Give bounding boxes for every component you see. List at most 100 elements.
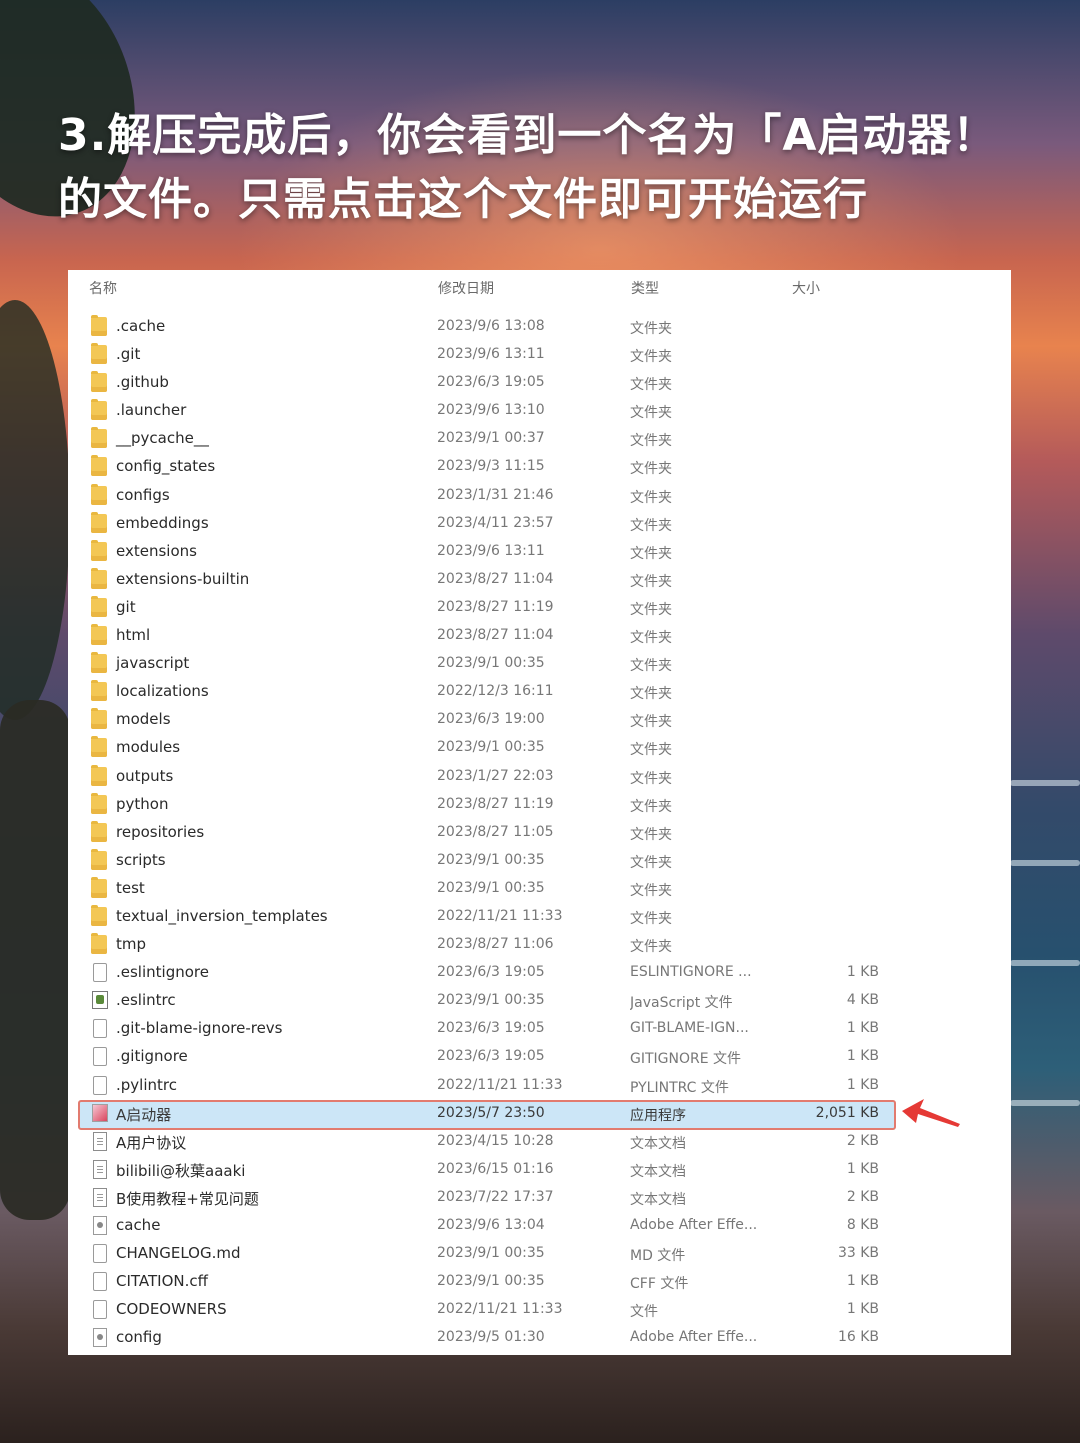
file-row[interactable]: textual_inversion_templates 2022/11/21 11… [68,902,1011,930]
file-row[interactable]: __pycache__ 2023/9/1 00:37 文件夹 [68,424,1011,452]
file-date: 2023/6/3 19:05 [437,374,545,391]
file-date: 2023/6/15 01:16 [437,1160,554,1177]
file-date: 2023/6/3 19:00 [437,711,545,728]
folder-icon [91,680,107,702]
folder-icon [91,539,107,561]
file-icon [93,963,107,983]
folder-icon [91,315,107,336]
file-date: 2022/11/21 11:33 [437,1301,563,1318]
column-header-size[interactable]: 大小 [792,278,820,298]
file-row[interactable]: tmp 2023/8/27 11:06 文件夹 [68,930,1011,958]
file-type: 文本文档 [630,1191,686,1208]
file-name: A用户协议 [116,1133,187,1152]
file-date: 2023/6/3 19:05 [437,1020,545,1037]
file-row[interactable]: .pylintrc 2022/11/21 11:33 PYLINTRC 文件 1 KB [68,1071,1011,1099]
file-date: 2023/9/1 00:35 [437,1273,545,1290]
app-icon [92,1103,108,1122]
file-type: 文件夹 [630,573,672,590]
file-row[interactable]: A用户协议 2023/4/15 10:28 文本文档 2 KB [68,1127,1011,1155]
column-header-date[interactable]: 修改日期 [438,278,494,298]
file-row[interactable]: git 2023/8/27 11:19 文件夹 [68,593,1011,621]
file-size: 16 KB [837,1329,879,1346]
file-type: 文件夹 [630,798,672,815]
file-row[interactable]: .git 2023/9/6 13:11 文件夹 [68,340,1011,368]
file-name: git [116,597,136,616]
file-row[interactable]: .eslintrc 2023/9/1 00:35 JavaScript 文件 4 KB [68,986,1011,1014]
file-date: 2023/9/1 00:35 [437,739,545,756]
file-row[interactable]: config 2023/9/5 01:30 Adobe After Effe... 1… [68,1323,1011,1351]
file-row[interactable]: repositories 2023/8/27 11:05 文件夹 [68,818,1011,846]
file-icon [93,1272,107,1292]
file-row[interactable]: localizations 2022/12/3 16:11 文件夹 [68,677,1011,705]
file-date: 2023/6/3 19:05 [437,964,545,981]
file-row[interactable]: python 2023/8/27 11:19 文件夹 [68,790,1011,818]
file-row[interactable]: extensions 2023/9/6 13:11 文件夹 [68,537,1011,565]
file-row[interactable]: .gitignore 2023/6/3 19:05 GITIGNORE 文件 1 KB [68,1042,1011,1070]
file-type: 文件夹 [630,939,672,956]
file-name: CODEOWNERS [116,1300,227,1319]
file-row[interactable]: B使用教程+常见问题 2023/7/22 17:37 文本文档 2 KB [68,1183,1011,1211]
column-header-type[interactable]: 类型 [631,278,659,298]
file-row[interactable]: scripts 2023/9/1 00:35 文件夹 [68,846,1011,874]
file-date: 2023/5/7 23:50 [437,1104,545,1121]
file-date: 2023/9/6 13:10 [437,402,545,419]
file-row[interactable]: extensions-builtin 2023/8/27 11:04 文件夹 [68,565,1011,593]
file-row[interactable]: javascript 2023/9/1 00:35 文件夹 [68,649,1011,677]
file-type: 文件夹 [630,601,672,618]
file-name: outputs [116,766,174,785]
file-row[interactable]: .launcher 2023/9/6 13:10 文件夹 [68,396,1011,424]
file-type: CFF 文件 [630,1276,689,1293]
file-row[interactable]: models 2023/6/3 19:00 文件夹 [68,705,1011,733]
file-name: localizations [116,682,209,701]
file-row[interactable]: outputs 2023/1/27 22:03 文件夹 [68,762,1011,790]
file-type: 文件夹 [630,770,672,787]
file-row-selected[interactable]: A启动器 2023/5/7 23:50 应用程序 2,051 KB [68,1099,1011,1130]
file-row[interactable]: .git-blame-ignore-revs 2023/6/3 19:05 GIT-… [68,1014,1011,1042]
file-name: modules [116,738,181,757]
file-row[interactable]: .eslintignore 2023/6/3 19:05 ESLINTIGNORE … [68,958,1011,986]
file-date: 2023/9/5 01:30 [437,1329,545,1346]
file-row[interactable]: CITATION.cff 2023/9/1 00:35 CFF 文件 1 KB [68,1267,1011,1295]
file-name: .eslintrc [116,991,176,1010]
file-type: 文件夹 [630,826,672,843]
file-row[interactable]: CODEOWNERS 2022/11/21 11:33 文件 1 KB [68,1295,1011,1323]
file-date: 2023/6/3 19:05 [437,1048,545,1065]
file-date: 2023/7/22 17:37 [437,1188,554,1205]
file-type: 文件夹 [630,910,672,927]
folder-icon [91,764,107,786]
palm-frond-decoration [0,300,70,720]
file-date: 2023/9/1 00:35 [437,1245,545,1262]
file-explorer-list: ˄ 名称 修改日期 类型 大小 .cache 2023/9/6 13:08 文件夹.… [68,270,1011,1355]
file-name: extensions-builtin [116,569,250,588]
file-row[interactable]: test 2023/9/1 00:35 文件夹 [68,874,1011,902]
folder-icon [91,511,107,533]
file-size: 1 KB [846,1076,879,1093]
file-type: 文本文档 [630,1163,686,1180]
file-name: .eslintignore [116,963,209,982]
column-header-name[interactable]: 名称 [89,278,117,298]
file-name: test [116,878,145,897]
file-name: A启动器 [116,1105,172,1124]
file-row[interactable]: modules 2023/9/1 00:35 文件夹 [68,733,1011,761]
file-row[interactable]: html 2023/8/27 11:04 文件夹 [68,621,1011,649]
file-type: 文件夹 [630,630,672,647]
file-row[interactable]: CHANGELOG.md 2023/9/1 00:35 MD 文件 33 KB [68,1239,1011,1267]
file-type: 文件夹 [630,321,672,337]
file-row[interactable]: config_states 2023/9/3 11:15 文件夹 [68,452,1011,480]
folder-icon [91,652,107,674]
doc-icon [93,1131,107,1151]
file-row[interactable]: bilibili@秋葉aaaki 2023/6/15 01:16 文本文档 1 KB [68,1155,1011,1183]
file-row[interactable]: embeddings 2023/4/11 23:57 文件夹 [68,509,1011,537]
file-size: 2 KB [846,1188,879,1205]
file-size: 4 KB [846,992,879,1009]
file-row[interactable]: configs 2023/1/31 21:46 文件夹 [68,481,1011,509]
folder-icon [91,792,107,814]
file-name: python [116,794,169,813]
file-size: 1 KB [846,1160,879,1177]
file-row[interactable]: .cache 2023/9/6 13:08 文件夹 [68,312,1011,340]
palm-trunk-decoration [0,700,70,1220]
file-row[interactable]: cache 2023/9/6 13:04 Adobe After Effe... 8 … [68,1211,1011,1239]
file-row[interactable]: .github 2023/6/3 19:05 文件夹 [68,368,1011,396]
file-date: 2023/9/1 00:37 [437,430,545,447]
folder-icon [91,455,107,477]
